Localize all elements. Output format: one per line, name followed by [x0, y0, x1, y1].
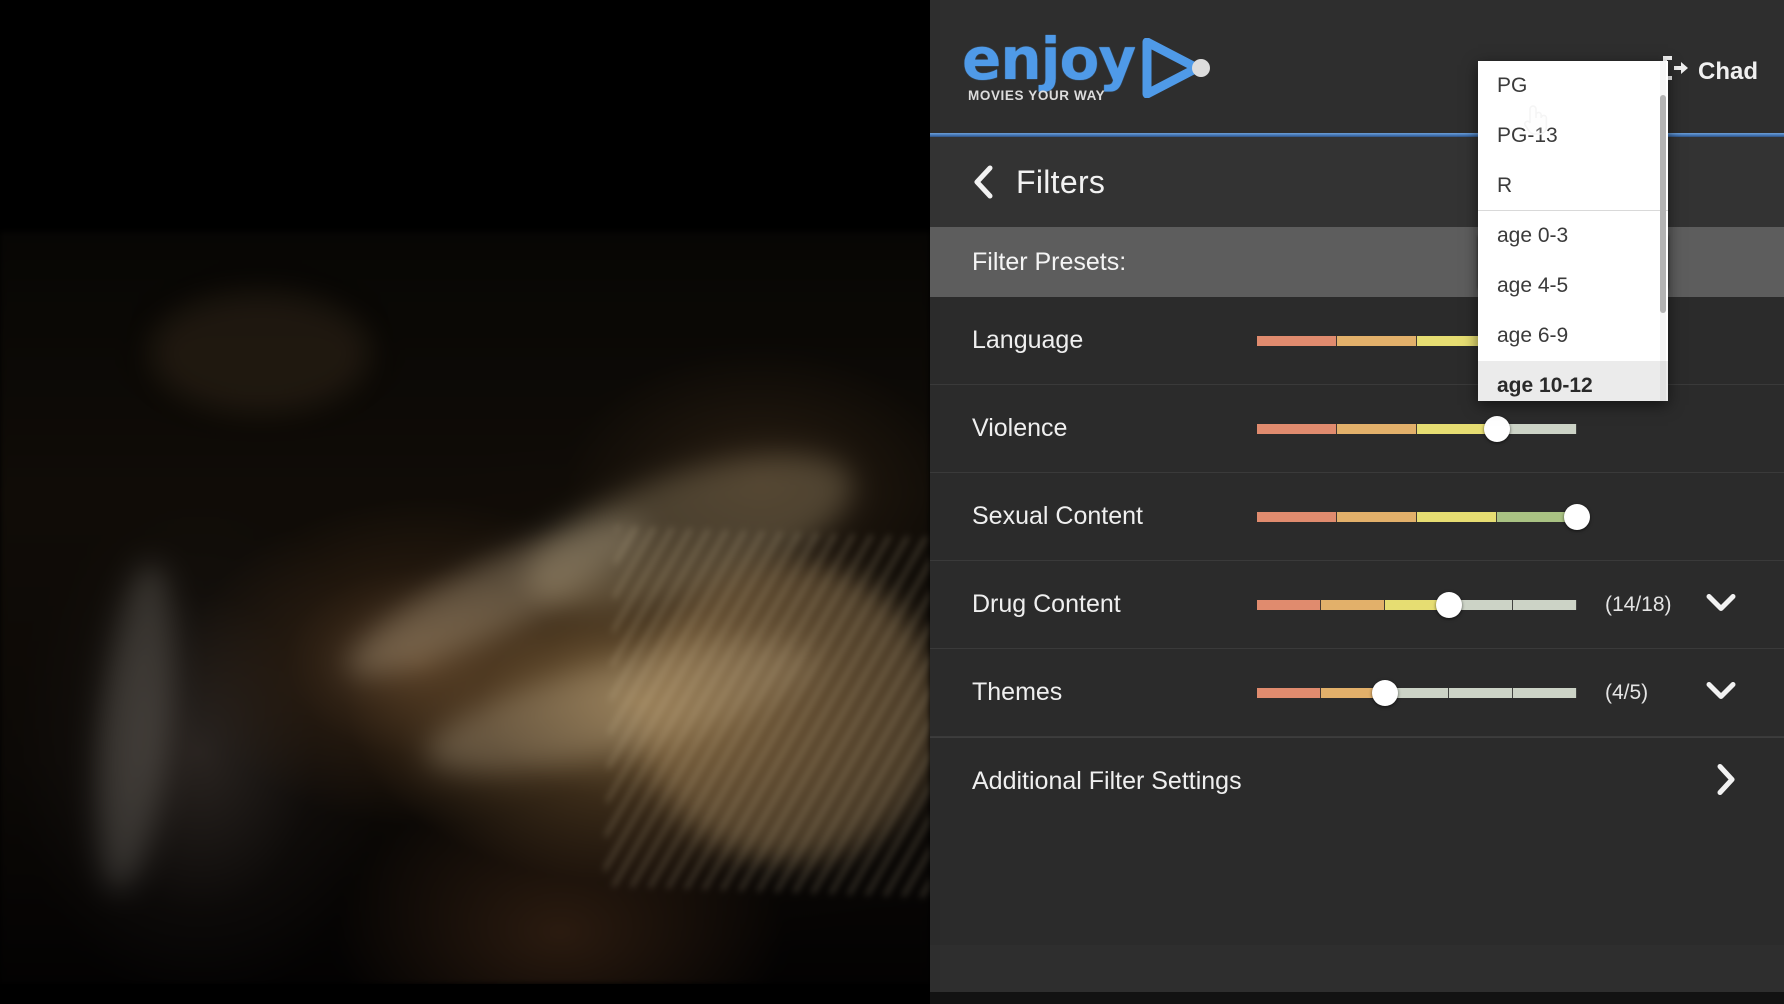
- dropdown-scrollbar-thumb[interactable]: [1660, 95, 1666, 313]
- slider-segment[interactable]: [1257, 687, 1321, 698]
- page-title: Filters: [1016, 163, 1106, 200]
- filter-count-label: (14/18): [1605, 592, 1672, 616]
- filter-slider[interactable]: [1257, 679, 1577, 706]
- video-highlight-shape: [82, 559, 188, 895]
- brand-logo[interactable]: enjoy MOVIES YOUR WAY: [962, 25, 1215, 103]
- slider-segment[interactable]: [1513, 599, 1577, 610]
- dropdown-option[interactable]: R: [1478, 161, 1668, 211]
- brand-name: enjoy: [962, 25, 1136, 93]
- filter-row-label: Themes: [972, 678, 1063, 706]
- video-letterbox-bottom: [0, 984, 930, 1004]
- video-highlight-shape: [150, 292, 370, 412]
- slider-segment[interactable]: [1257, 599, 1321, 610]
- user-account-button[interactable]: Chad: [1662, 56, 1758, 87]
- dropdown-option[interactable]: PG: [1478, 61, 1668, 111]
- chevron-down-icon[interactable]: [1706, 592, 1736, 617]
- filter-panel: enjoy MOVIES YOUR WAY Chad Filters Filte…: [930, 0, 1784, 1004]
- filter-row-label: Violence: [972, 414, 1068, 442]
- filter-preset-dropdown[interactable]: PG PG-13 Rage 0-3 age 4-5 age 6-9 age 10-12: [1478, 61, 1668, 401]
- dropdown-option[interactable]: age 4-5: [1478, 261, 1668, 311]
- slider-segment[interactable]: [1257, 423, 1337, 434]
- slider-segment[interactable]: [1321, 599, 1385, 610]
- filter-count-label: (4/5): [1605, 680, 1649, 704]
- filter-presets-label: Filter Presets:: [972, 247, 1127, 276]
- play-triangle-icon: [1141, 37, 1215, 103]
- slider-segment[interactable]: [1257, 511, 1337, 522]
- slider-thumb[interactable]: [1436, 591, 1462, 618]
- dropdown-option[interactable]: age 6-9: [1478, 311, 1668, 361]
- dropdown-option[interactable]: PG-13: [1478, 111, 1668, 161]
- filter-row: Sexual Content: [930, 473, 1784, 561]
- slider-segment[interactable]: [1449, 687, 1513, 698]
- app-root: enjoy MOVIES YOUR WAY Chad Filters Filte…: [0, 0, 1784, 1004]
- chevron-down-icon[interactable]: [1706, 680, 1736, 705]
- filter-row-label: Drug Content: [972, 590, 1121, 618]
- brand-tagline: MOVIES YOUR WAY: [968, 88, 1106, 103]
- slider-segment[interactable]: [1337, 423, 1417, 434]
- filter-row: Themes (4/5): [930, 649, 1784, 737]
- filter-slider[interactable]: [1257, 503, 1590, 530]
- slider-segment[interactable]: [1337, 335, 1417, 346]
- chevron-left-icon[interactable]: [972, 165, 994, 199]
- slider-segment[interactable]: [1337, 511, 1417, 522]
- slider-thumb[interactable]: [1484, 415, 1510, 442]
- video-frame[interactable]: [0, 232, 930, 984]
- filter-row-label: Sexual Content: [972, 502, 1143, 530]
- dropdown-option[interactable]: age 0-3: [1478, 211, 1668, 261]
- additional-filter-settings-row[interactable]: Additional Filter Settings: [930, 737, 1784, 825]
- filter-row: Drug Content (14/18): [930, 561, 1784, 649]
- slider-thumb[interactable]: [1564, 503, 1590, 530]
- panel-bottom-bar: [930, 992, 1784, 1004]
- dropdown-option[interactable]: age 10-12: [1478, 361, 1668, 401]
- user-name-label: Chad: [1698, 57, 1758, 85]
- video-texture-stripes: [603, 526, 930, 898]
- filter-slider[interactable]: [1257, 415, 1577, 442]
- slider-segment[interactable]: [1257, 335, 1337, 346]
- additional-filter-settings-label: Additional Filter Settings: [972, 767, 1242, 795]
- panel-filler: [930, 825, 1784, 945]
- slider-thumb[interactable]: [1372, 679, 1398, 706]
- slider-segment[interactable]: [1417, 511, 1497, 522]
- slider-segment[interactable]: [1513, 687, 1577, 698]
- filter-row-label: Language: [972, 326, 1084, 354]
- filter-slider[interactable]: [1257, 591, 1577, 618]
- video-player-pane[interactable]: [0, 0, 930, 1004]
- chevron-right-icon[interactable]: [1716, 763, 1736, 800]
